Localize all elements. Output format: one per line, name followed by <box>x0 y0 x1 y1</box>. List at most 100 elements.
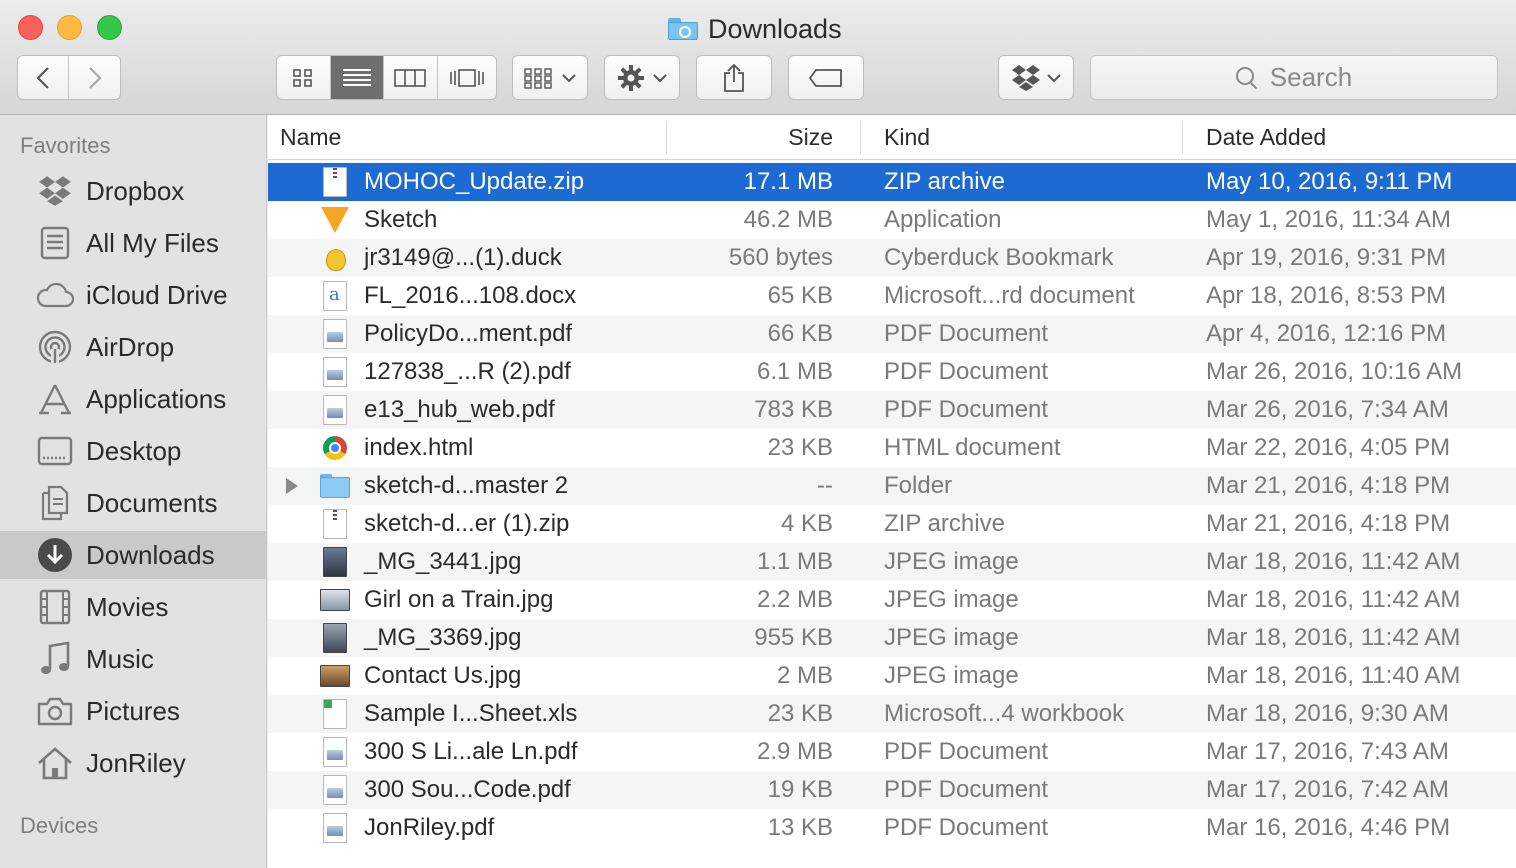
column-divider[interactable] <box>1182 121 1183 154</box>
file-row[interactable]: e13_hub_web.pdf 783 KB PDF Document Mar … <box>268 391 1516 429</box>
icon-view-button[interactable] <box>277 56 331 99</box>
file-size: 4 KB <box>780 510 833 537</box>
file-date-added: Mar 18, 2016, 11:42 AM <box>1206 548 1461 575</box>
file-row[interactable]: sketch-d...er (1).zip 4 KB ZIP archive M… <box>268 505 1516 543</box>
pdf-file-icon <box>320 809 350 847</box>
sidebar-item-label: Pictures <box>86 695 180 726</box>
pdf-file-icon <box>320 353 350 391</box>
file-row[interactable]: sketch-d...master 2 -- Folder Mar 21, 20… <box>268 467 1516 505</box>
sidebar-item-label: Music <box>86 643 154 674</box>
list-view-button[interactable] <box>330 56 385 99</box>
share-button[interactable] <box>696 55 772 100</box>
file-kind: JPEG image <box>884 586 1019 613</box>
gear-icon <box>618 64 644 91</box>
file-row[interactable]: jr3149@...(1).duck 560 bytes Cyberduck B… <box>268 239 1516 277</box>
edit-tags-button[interactable] <box>788 55 864 100</box>
file-date-added: Mar 17, 2016, 7:42 AM <box>1206 776 1449 803</box>
column-header-name[interactable]: Name <box>280 115 341 160</box>
file-row[interactable]: PolicyDo...ment.pdf 66 KB PDF Document A… <box>268 315 1516 353</box>
sidebar-item-label: iCloud Drive <box>86 279 228 310</box>
file-size: 65 KB <box>767 282 833 309</box>
file-size: 23 KB <box>767 434 833 461</box>
file-name: _MG_3441.jpg <box>364 548 522 575</box>
dropbox-toolbar-button[interactable] <box>998 55 1074 100</box>
file-row[interactable]: Girl on a Train.jpg 2.2 MB JPEG image Ma… <box>268 581 1516 619</box>
sidebar-item-all-my-files[interactable]: All My Files <box>0 219 266 267</box>
sidebar-item-pictures[interactable]: Pictures <box>0 687 266 735</box>
file-size: 66 KB <box>767 320 833 347</box>
devices-header: Devices <box>20 813 99 838</box>
file-size: 2 MB <box>776 662 833 689</box>
sidebar-item-movies[interactable]: Movies <box>0 583 266 631</box>
file-row[interactable]: Sample I...Sheet.xls 23 KB Microsoft...4… <box>268 695 1516 733</box>
sidebar-item-applications[interactable]: Applications <box>0 375 266 423</box>
action-menu-button[interactable] <box>604 55 680 100</box>
file-row[interactable]: 300 S Li...ale Ln.pdf 2.9 MB PDF Documen… <box>268 733 1516 771</box>
file-row[interactable]: _MG_3441.jpg 1.1 MB JPEG image Mar 18, 2… <box>268 543 1516 581</box>
minimize-window-button[interactable] <box>57 15 82 40</box>
file-size: 2.9 MB <box>756 738 833 765</box>
sidebar-item-label: All My Files <box>86 227 219 258</box>
file-row[interactable]: 300 Sou...Code.pdf 19 KB PDF Document Ma… <box>268 771 1516 809</box>
forward-button[interactable] <box>69 56 120 99</box>
file-date-added: Mar 22, 2016, 4:05 PM <box>1206 434 1451 461</box>
file-date-added: Apr 4, 2016, 12:16 PM <box>1206 320 1447 347</box>
window-title: Downloads <box>668 12 842 46</box>
sidebar-item-airdrop[interactable]: AirDrop <box>0 323 266 371</box>
file-list: Name Size Kind Date Added MOHOC_Update.z… <box>268 115 1516 868</box>
arrange-button[interactable] <box>512 55 588 100</box>
sidebar-item-label: Movies <box>86 591 169 622</box>
file-size: 955 KB <box>754 624 833 651</box>
file-date-added: Mar 17, 2016, 7:43 AM <box>1206 738 1449 765</box>
arrange-grid-icon <box>524 67 552 89</box>
file-row[interactable]: index.html 23 KB HTML document Mar 22, 2… <box>268 429 1516 467</box>
downloads-icon <box>36 536 74 574</box>
file-date-added: Mar 18, 2016, 11:40 AM <box>1206 662 1461 689</box>
file-name: e13_hub_web.pdf <box>364 396 555 423</box>
column-header-size[interactable]: Size <box>668 115 833 160</box>
file-row[interactable]: _MG_3369.jpg 955 KB JPEG image Mar 18, 2… <box>268 619 1516 657</box>
sidebar-item-documents[interactable]: Documents <box>0 479 266 527</box>
close-window-button[interactable] <box>18 15 43 40</box>
file-date-added: Mar 18, 2016, 9:30 AM <box>1206 700 1449 727</box>
column-header-date-added[interactable]: Date Added <box>1206 115 1326 160</box>
file-row[interactable]: FL_2016...108.docx 65 KB Microsoft...rd … <box>268 277 1516 315</box>
file-date-added: May 10, 2016, 9:11 PM <box>1206 168 1453 195</box>
sidebar-item-icloud-drive[interactable]: iCloud Drive <box>0 271 266 319</box>
file-name: Sample I...Sheet.xls <box>364 700 578 727</box>
sidebar-item-desktop[interactable]: Desktop <box>0 427 266 475</box>
file-size: 23 KB <box>767 700 833 727</box>
file-date-added: Apr 19, 2016, 9:31 PM <box>1206 244 1447 271</box>
file-row[interactable]: 127838_...R (2).pdf 6.1 MB PDF Document … <box>268 353 1516 391</box>
columns-icon <box>394 68 427 87</box>
file-date-added: Mar 21, 2016, 4:18 PM <box>1206 510 1451 537</box>
sidebar-item-music[interactable]: Music <box>0 635 266 683</box>
file-row[interactable]: Contact Us.jpg 2 MB JPEG image Mar 18, 2… <box>268 657 1516 695</box>
zoom-window-button[interactable] <box>97 15 122 40</box>
file-date-added: Mar 26, 2016, 10:16 AM <box>1206 358 1463 385</box>
column-divider[interactable] <box>666 121 667 154</box>
back-button[interactable] <box>18 56 70 99</box>
music-note-icon <box>36 640 74 678</box>
cover-flow-view-button[interactable] <box>438 56 496 99</box>
search-field[interactable]: Search <box>1090 55 1498 100</box>
file-size: 46.2 MB <box>743 206 833 233</box>
file-name: MOHOC_Update.zip <box>364 168 585 195</box>
column-header-kind[interactable]: Kind <box>884 115 930 160</box>
file-name: jr3149@...(1).duck <box>364 244 562 271</box>
sidebar-item-downloads[interactable]: Downloads <box>0 531 266 579</box>
sidebar-item-home[interactable]: JonRiley <box>0 739 266 787</box>
excel-file-icon <box>320 695 350 733</box>
column-divider[interactable] <box>860 121 861 154</box>
file-name: FL_2016...108.docx <box>364 282 577 309</box>
disclosure-triangle-icon[interactable] <box>282 467 302 505</box>
column-view-button[interactable] <box>384 56 438 99</box>
file-row[interactable]: Sketch 46.2 MB Application May 1, 2016, … <box>268 201 1516 239</box>
chrome-html-icon <box>320 429 350 467</box>
jpeg-image-icon <box>320 543 350 581</box>
sidebar: Favorites Dropbox All My Files iCloud Dr… <box>0 115 267 868</box>
file-row[interactable]: MOHOC_Update.zip 17.1 MB ZIP archive May… <box>268 163 1516 201</box>
file-row[interactable]: JonRiley.pdf 13 KB PDF Document Mar 16, … <box>268 809 1516 847</box>
sidebar-item-dropbox[interactable]: Dropbox <box>0 167 266 215</box>
film-icon <box>36 588 74 626</box>
